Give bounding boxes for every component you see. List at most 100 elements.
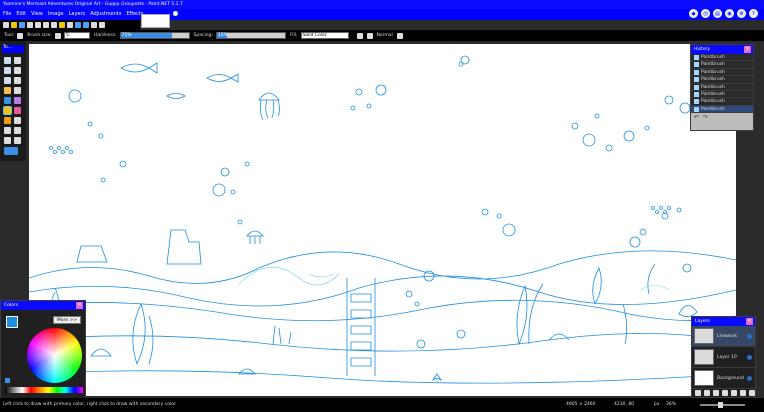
gradient-icon[interactable] bbox=[14, 97, 21, 104]
paintbrush-icon[interactable] bbox=[3, 106, 12, 115]
menu-view[interactable]: View bbox=[31, 11, 43, 17]
move-layer-up-icon[interactable] bbox=[731, 390, 737, 396]
pan-icon[interactable] bbox=[14, 87, 21, 94]
visibility-checkbox[interactable] bbox=[747, 333, 752, 339]
paintbrush-icon bbox=[694, 77, 699, 83]
layer-row[interactable]: Layer 10 bbox=[692, 347, 755, 368]
merge-layer-icon[interactable] bbox=[722, 390, 728, 396]
help-icon[interactable]: ? bbox=[749, 9, 758, 18]
brush-size-input[interactable]: 5 bbox=[63, 32, 90, 39]
document-tab-thumbnail[interactable] bbox=[141, 14, 170, 28]
image-canvas[interactable] bbox=[29, 44, 736, 396]
magic-wand-icon[interactable] bbox=[4, 87, 11, 94]
save-icon[interactable] bbox=[19, 22, 25, 28]
new-file-icon[interactable] bbox=[3, 22, 9, 28]
close-tab-icon[interactable] bbox=[173, 11, 178, 16]
history-item[interactable]: Paintbrush bbox=[691, 98, 753, 106]
palette-menu-icon[interactable] bbox=[5, 378, 10, 383]
move-selected-icon[interactable] bbox=[14, 67, 21, 74]
history-item[interactable]: Paintbrush bbox=[691, 76, 753, 84]
close-icon[interactable]: × bbox=[744, 46, 751, 53]
text-icon[interactable] bbox=[4, 137, 11, 144]
layers-window-icon[interactable]: ▤ bbox=[713, 9, 722, 18]
spacing-slider[interactable]: 15% bbox=[215, 32, 286, 39]
delete-layer-icon[interactable] bbox=[704, 390, 710, 396]
duplicate-layer-icon[interactable] bbox=[713, 390, 719, 396]
shapes-icon[interactable] bbox=[4, 147, 18, 155]
blend-mode-select[interactable]: Normal bbox=[377, 33, 393, 38]
print-icon[interactable] bbox=[27, 22, 33, 28]
color-picker-icon[interactable] bbox=[14, 117, 21, 124]
clone-stamp-icon[interactable] bbox=[4, 127, 11, 134]
units-select[interactable]: px bbox=[654, 402, 660, 407]
brush-size-decrease-icon[interactable] bbox=[54, 32, 61, 39]
layer-row[interactable]: Background bbox=[692, 368, 755, 389]
history-item[interactable]: Paintbrush bbox=[691, 54, 753, 62]
menu-adjustments[interactable]: Adjustments bbox=[90, 11, 121, 17]
paint-bucket-icon[interactable] bbox=[4, 97, 11, 104]
paintbrush-icon bbox=[694, 55, 699, 60]
visibility-checkbox[interactable] bbox=[747, 354, 752, 360]
pencil-icon[interactable] bbox=[4, 117, 11, 124]
color-wheel[interactable] bbox=[27, 328, 82, 383]
history-item-label: Paintbrush bbox=[701, 62, 725, 68]
copy-icon[interactable] bbox=[43, 22, 49, 28]
paste-icon[interactable] bbox=[51, 22, 57, 28]
selection-clipping-icon[interactable] bbox=[396, 32, 403, 39]
add-layer-icon[interactable] bbox=[695, 390, 701, 396]
rectangle-select-icon[interactable] bbox=[4, 57, 11, 64]
title-bar: Yasmine's Mermaid Adventures Original Ar… bbox=[0, 0, 764, 9]
fill-label: Fill: bbox=[289, 33, 298, 38]
menu-file[interactable]: File bbox=[3, 11, 11, 17]
cut-icon[interactable] bbox=[35, 22, 41, 28]
menu-image[interactable]: Image bbox=[48, 11, 64, 17]
tools-window-icon[interactable]: ◆ bbox=[689, 9, 698, 18]
antialias-icon[interactable] bbox=[356, 32, 363, 39]
visibility-checkbox[interactable] bbox=[747, 375, 752, 381]
lasso-select-icon[interactable] bbox=[4, 67, 11, 74]
open-folder-icon[interactable] bbox=[11, 22, 17, 28]
recolor-icon[interactable] bbox=[14, 127, 21, 134]
image-size-readout: 4905 × 2460 bbox=[566, 402, 596, 407]
more-colors-button[interactable]: More >> bbox=[53, 316, 81, 324]
line-curve-icon[interactable] bbox=[14, 137, 21, 144]
paintbrush-tool-icon[interactable] bbox=[17, 32, 24, 39]
layer-row[interactable]: Linework bbox=[692, 326, 755, 347]
redo-icon[interactable] bbox=[83, 22, 89, 28]
menu-layers[interactable]: Layers bbox=[69, 11, 86, 17]
alpha-blend-icon[interactable] bbox=[366, 32, 373, 39]
grid-icon[interactable] bbox=[91, 22, 97, 28]
crop-icon[interactable] bbox=[59, 22, 65, 28]
colors-panel-header: Colors × bbox=[1, 301, 85, 310]
deselect-icon[interactable] bbox=[67, 22, 73, 28]
close-icon[interactable]: × bbox=[746, 318, 753, 325]
undo-icon[interactable]: ↶ bbox=[694, 114, 699, 121]
hardness-slider[interactable]: 75% bbox=[119, 32, 190, 39]
layer-properties-icon[interactable] bbox=[749, 390, 755, 396]
eraser-icon[interactable] bbox=[14, 107, 21, 114]
colors-window-icon[interactable]: ◉ bbox=[725, 9, 734, 18]
ellipse-select-icon[interactable] bbox=[4, 77, 11, 84]
move-layer-down-icon[interactable] bbox=[740, 390, 746, 396]
history-item[interactable]: Paintbrush bbox=[691, 90, 753, 99]
history-item[interactable]: Paintbrush bbox=[691, 83, 753, 91]
close-icon[interactable]: × bbox=[76, 302, 83, 309]
fill-type-select[interactable]: Solid Color bbox=[300, 32, 349, 39]
menu-edit[interactable]: Edit bbox=[16, 11, 26, 17]
history-window-icon[interactable]: ◷ bbox=[701, 9, 710, 18]
history-item[interactable]: Paintbrush bbox=[691, 61, 753, 69]
palette-strip[interactable] bbox=[5, 387, 83, 393]
history-item-selected[interactable]: Paintbrush bbox=[691, 105, 753, 114]
zoom-icon[interactable] bbox=[14, 77, 21, 84]
history-item-label: Paintbrush bbox=[701, 77, 725, 83]
history-panel: History × Paintbrush Paintbrush Paintbru… bbox=[690, 44, 754, 131]
undo-icon[interactable] bbox=[75, 22, 81, 28]
ruler-icon[interactable] bbox=[99, 22, 105, 28]
primary-color-swatch[interactable] bbox=[6, 316, 18, 328]
zoom-value[interactable]: 36% bbox=[666, 402, 676, 407]
redo-icon[interactable]: ↷ bbox=[703, 114, 708, 121]
zoom-slider-thumb[interactable] bbox=[718, 402, 723, 408]
history-item[interactable]: Paintbrush bbox=[691, 68, 753, 77]
move-selection-icon[interactable] bbox=[14, 57, 21, 64]
settings-gear-icon[interactable]: ⚙ bbox=[737, 9, 746, 18]
